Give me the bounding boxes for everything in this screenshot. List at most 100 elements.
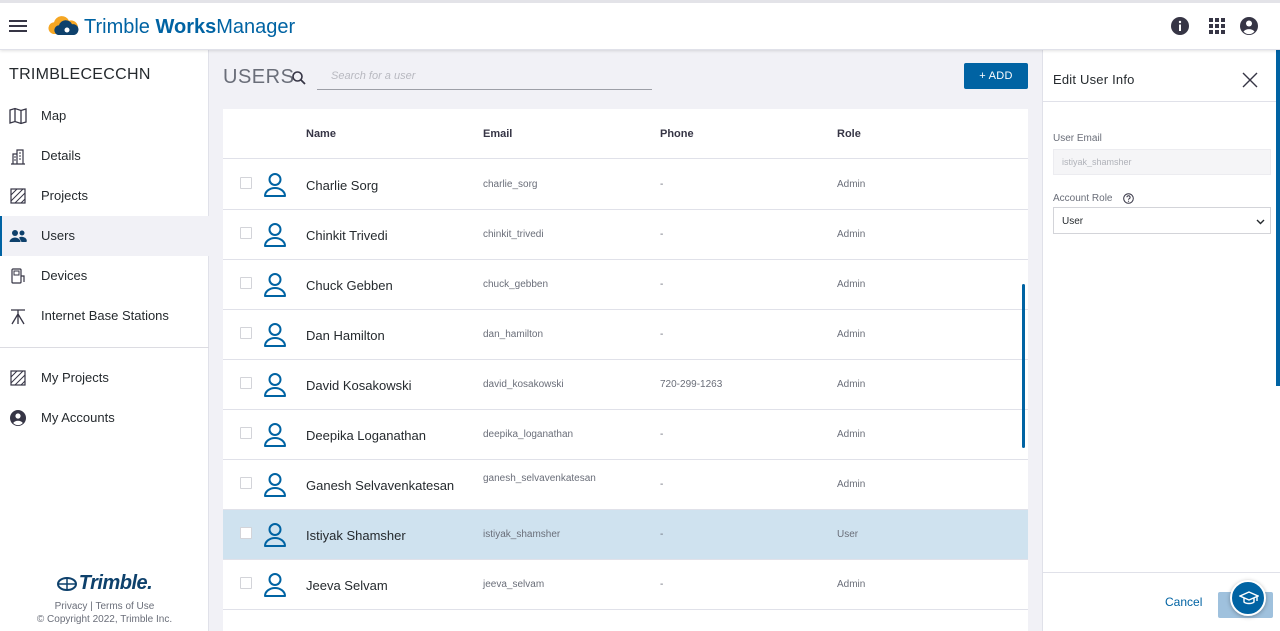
top-bar: Trimble WorksManager xyxy=(0,0,1280,50)
edit-user-panel: Edit User Info User Email Account Role U… xyxy=(1042,50,1280,631)
column-header-role[interactable]: Role xyxy=(837,128,861,140)
table-row[interactable]: David Kosakowski david_kosakowski 720-299-… xyxy=(223,360,1028,410)
table-row[interactable]: Chuck Gebben chuck_gebben - Admin xyxy=(223,260,1028,310)
menu-icon[interactable] xyxy=(9,17,27,35)
cell-email: dan_hamilton xyxy=(483,329,544,340)
column-header-email[interactable]: Email xyxy=(483,128,512,140)
row-checkbox[interactable] xyxy=(240,377,252,389)
cell-name: David Kosakowski xyxy=(306,378,412,393)
account-icon xyxy=(10,410,26,426)
cell-email: jeeva_selvam xyxy=(483,579,545,590)
terms-link[interactable]: Terms of Use xyxy=(95,601,154,612)
cell-name: Chuck Gebben xyxy=(306,278,393,293)
user-email-label: User Email xyxy=(1053,133,1102,144)
apps-grid-icon[interactable] xyxy=(1207,16,1227,36)
table-scrollbar[interactable] xyxy=(1022,284,1025,448)
row-checkbox[interactable] xyxy=(240,477,252,489)
user-avatar-icon xyxy=(263,372,287,398)
table-row[interactable]: Dan Hamilton dan_hamilton - Admin xyxy=(223,310,1028,360)
row-checkbox[interactable] xyxy=(240,177,252,189)
sidebar-item-map[interactable]: Map xyxy=(0,96,209,136)
cell-role: Admin xyxy=(837,379,866,390)
sidebar-item-label: My Accounts xyxy=(41,410,115,425)
users-table: Name Email Phone Role Charlie Sorg charli… xyxy=(223,109,1028,631)
privacy-link[interactable]: Privacy xyxy=(55,601,88,612)
cell-phone: - xyxy=(660,529,664,540)
sidebar-item-label: Devices xyxy=(41,268,88,283)
search-input[interactable] xyxy=(317,63,652,90)
sidebar-item-internet-base-stations[interactable]: Internet Base Stations xyxy=(0,296,209,336)
page-title: USERS xyxy=(223,66,295,88)
row-checkbox[interactable] xyxy=(240,277,252,289)
table-row[interactable]: Deepika Loganathan deepika_loganathan - Adm… xyxy=(223,410,1028,460)
user-avatar-icon xyxy=(263,322,287,348)
building-icon xyxy=(11,149,25,165)
graduation-cap-icon xyxy=(1239,591,1259,605)
footer-separator: | xyxy=(90,600,93,612)
row-checkbox[interactable] xyxy=(240,577,252,589)
cancel-button[interactable]: Cancel xyxy=(1165,595,1202,609)
table-row[interactable]: Istiyak Shamsher istiyak_shamsher - User xyxy=(223,510,1028,560)
trimble-globe-icon xyxy=(56,576,77,591)
sidebar-item-details[interactable]: Details xyxy=(0,136,209,176)
cell-role: User xyxy=(837,529,859,540)
cell-email: charlie_sorg xyxy=(483,179,538,190)
info-icon[interactable] xyxy=(1170,16,1190,36)
panel-title: Edit User Info xyxy=(1053,72,1135,87)
row-checkbox[interactable] xyxy=(240,527,252,539)
sidebar-item-my-projects[interactable]: My Projects xyxy=(0,358,209,398)
cell-role: Admin xyxy=(837,429,866,440)
row-checkbox[interactable] xyxy=(240,427,252,439)
cell-name: Jeeva Selvam xyxy=(306,578,388,593)
table-row[interactable]: Ganesh Selvavenkatesan ganesh_selvavenkat… xyxy=(223,460,1028,510)
account-icon[interactable] xyxy=(1239,16,1259,36)
table-row[interactable]: Charlie Sorg charlie_sorg - Admin xyxy=(223,160,1028,210)
cell-role: Admin xyxy=(837,329,866,340)
learning-help-button[interactable] xyxy=(1230,580,1266,616)
panel-scrollbar[interactable] xyxy=(1276,50,1280,386)
sidebar-item-devices[interactable]: Devices xyxy=(0,256,209,296)
cell-role: Admin xyxy=(837,229,866,240)
cell-role: Admin xyxy=(837,479,866,490)
cell-phone: - xyxy=(660,279,664,290)
sidebar-item-label: My Projects xyxy=(41,370,109,385)
cell-name: Chinkit Trivedi xyxy=(306,228,388,243)
users-icon xyxy=(9,230,27,242)
row-checkbox[interactable] xyxy=(240,227,252,239)
sidebar-item-label: Projects xyxy=(41,188,88,203)
row-checkbox[interactable] xyxy=(240,327,252,339)
table-header: Name Email Phone Role xyxy=(223,109,1028,159)
column-header-phone[interactable]: Phone xyxy=(660,128,694,140)
sidebar-item-projects[interactable]: Projects xyxy=(0,176,209,216)
add-user-button[interactable]: + ADD xyxy=(964,63,1028,89)
projects-icon xyxy=(10,188,26,204)
cell-email: deepika_loganathan xyxy=(483,429,574,440)
cell-name: Istiyak Shamsher xyxy=(306,528,406,543)
sidebar-item-label: Users xyxy=(41,228,75,243)
cell-phone: - xyxy=(660,429,664,440)
sidebar-divider xyxy=(0,347,209,348)
table-row[interactable]: Jeeva Selvam jeeva_selvam - Admin xyxy=(223,560,1028,610)
cell-role: Admin xyxy=(837,179,866,190)
cell-name: Dan Hamilton xyxy=(306,328,385,343)
panel-header: Edit User Info xyxy=(1043,50,1280,102)
cell-email: chinkit_trivedi xyxy=(483,229,544,240)
sidebar-item-label: Details xyxy=(41,148,81,163)
devices-icon xyxy=(11,268,25,284)
user-avatar-icon xyxy=(263,472,287,498)
copyright-text: © Copyright 2022, Trimble Inc. xyxy=(36,613,173,625)
close-icon[interactable] xyxy=(1242,72,1258,88)
account-role-select[interactable]: User xyxy=(1053,207,1271,234)
column-header-name[interactable]: Name xyxy=(306,128,336,140)
user-avatar-icon xyxy=(263,572,287,598)
sidebar-item-my-accounts[interactable]: My Accounts xyxy=(0,398,209,438)
sidebar-item-label: Map xyxy=(41,108,67,123)
sidebar-item-users[interactable]: Users xyxy=(0,216,209,256)
user-email-field[interactable] xyxy=(1053,149,1271,175)
sidebar-footer: Trimble. Privacy | Terms of Use © Copyri… xyxy=(0,572,209,625)
help-circle-icon[interactable] xyxy=(1123,193,1134,204)
cell-phone: - xyxy=(660,229,664,240)
search-icon[interactable] xyxy=(291,70,307,86)
table-row[interactable]: Chinkit Trivedi chinkit_trivedi - Admin xyxy=(223,210,1028,260)
cell-phone: - xyxy=(660,179,664,190)
